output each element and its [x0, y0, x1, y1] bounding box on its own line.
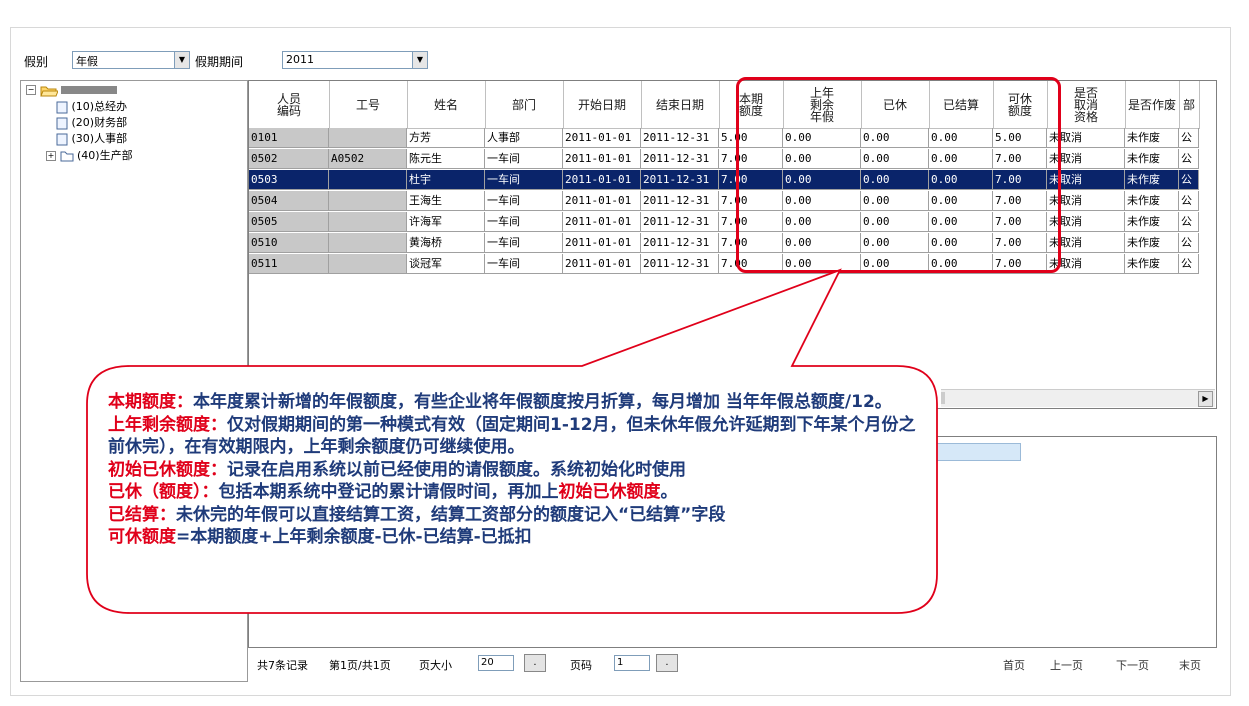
note-text: =本期额度+上年剩余额度-已休-已结算-已抵扣 — [176, 527, 532, 547]
note-text: 记录在启用系统以前已经使用的请假额度。系统初始化时使用 — [227, 459, 686, 480]
note-key: 上年剩余额度： — [108, 414, 227, 435]
note-key: 可休额度 — [108, 527, 176, 547]
note-line: 初始已休额度：记录在启用系统以前已经使用的请假额度。系统初始化时使用 — [108, 459, 928, 482]
note-line: 本期额度：本年度累计新增的年假额度，有些企业将年假额度按月折算，每月增加 当年年… — [108, 391, 928, 414]
note-text: 仅对假期期间的第一种模式有效（固定期间1-12月，但未休年假允许延期到下年某个月… — [108, 414, 916, 458]
note-key: 初始已休额度： — [108, 459, 227, 480]
note-text: 本年度累计新增的年假额度，有些企业将年假额度按月折算，每月增加 当年年假总额度/… — [193, 392, 892, 412]
annotation-text: 本期额度：本年度累计新增的年假额度，有些企业将年假额度按月折算，每月增加 当年年… — [108, 391, 928, 549]
note-key: 初始已休额度 — [558, 482, 661, 502]
note-line: 可休额度=本期额度+上年剩余额度-已休-已结算-已抵扣 — [108, 526, 928, 549]
note-text: 。 — [660, 482, 678, 502]
note-line: 上年剩余额度：仅对假期期间的第一种模式有效（固定期间1-12月，但未休年假允许延… — [108, 414, 928, 459]
note-line: 已结算：未休完的年假可以直接结算工资，结算工资部分的额度记入“已结算”字段 — [108, 504, 928, 527]
note-line: 已休（额度）：包括本期系统中登记的累计请假时间，再加上初始已休额度。 — [108, 481, 928, 504]
note-key: 已休（额度）： — [108, 482, 219, 502]
note-key: 本期额度： — [108, 392, 193, 412]
annotation-callout — [86, 268, 938, 614]
note-key: 已结算： — [108, 504, 176, 525]
note-text: 包括本期系统中登记的累计请假时间，再加上 — [218, 482, 559, 502]
note-text: 未休完的年假可以直接结算工资，结算工资部分的额度记入“已结算”字段 — [176, 504, 726, 525]
